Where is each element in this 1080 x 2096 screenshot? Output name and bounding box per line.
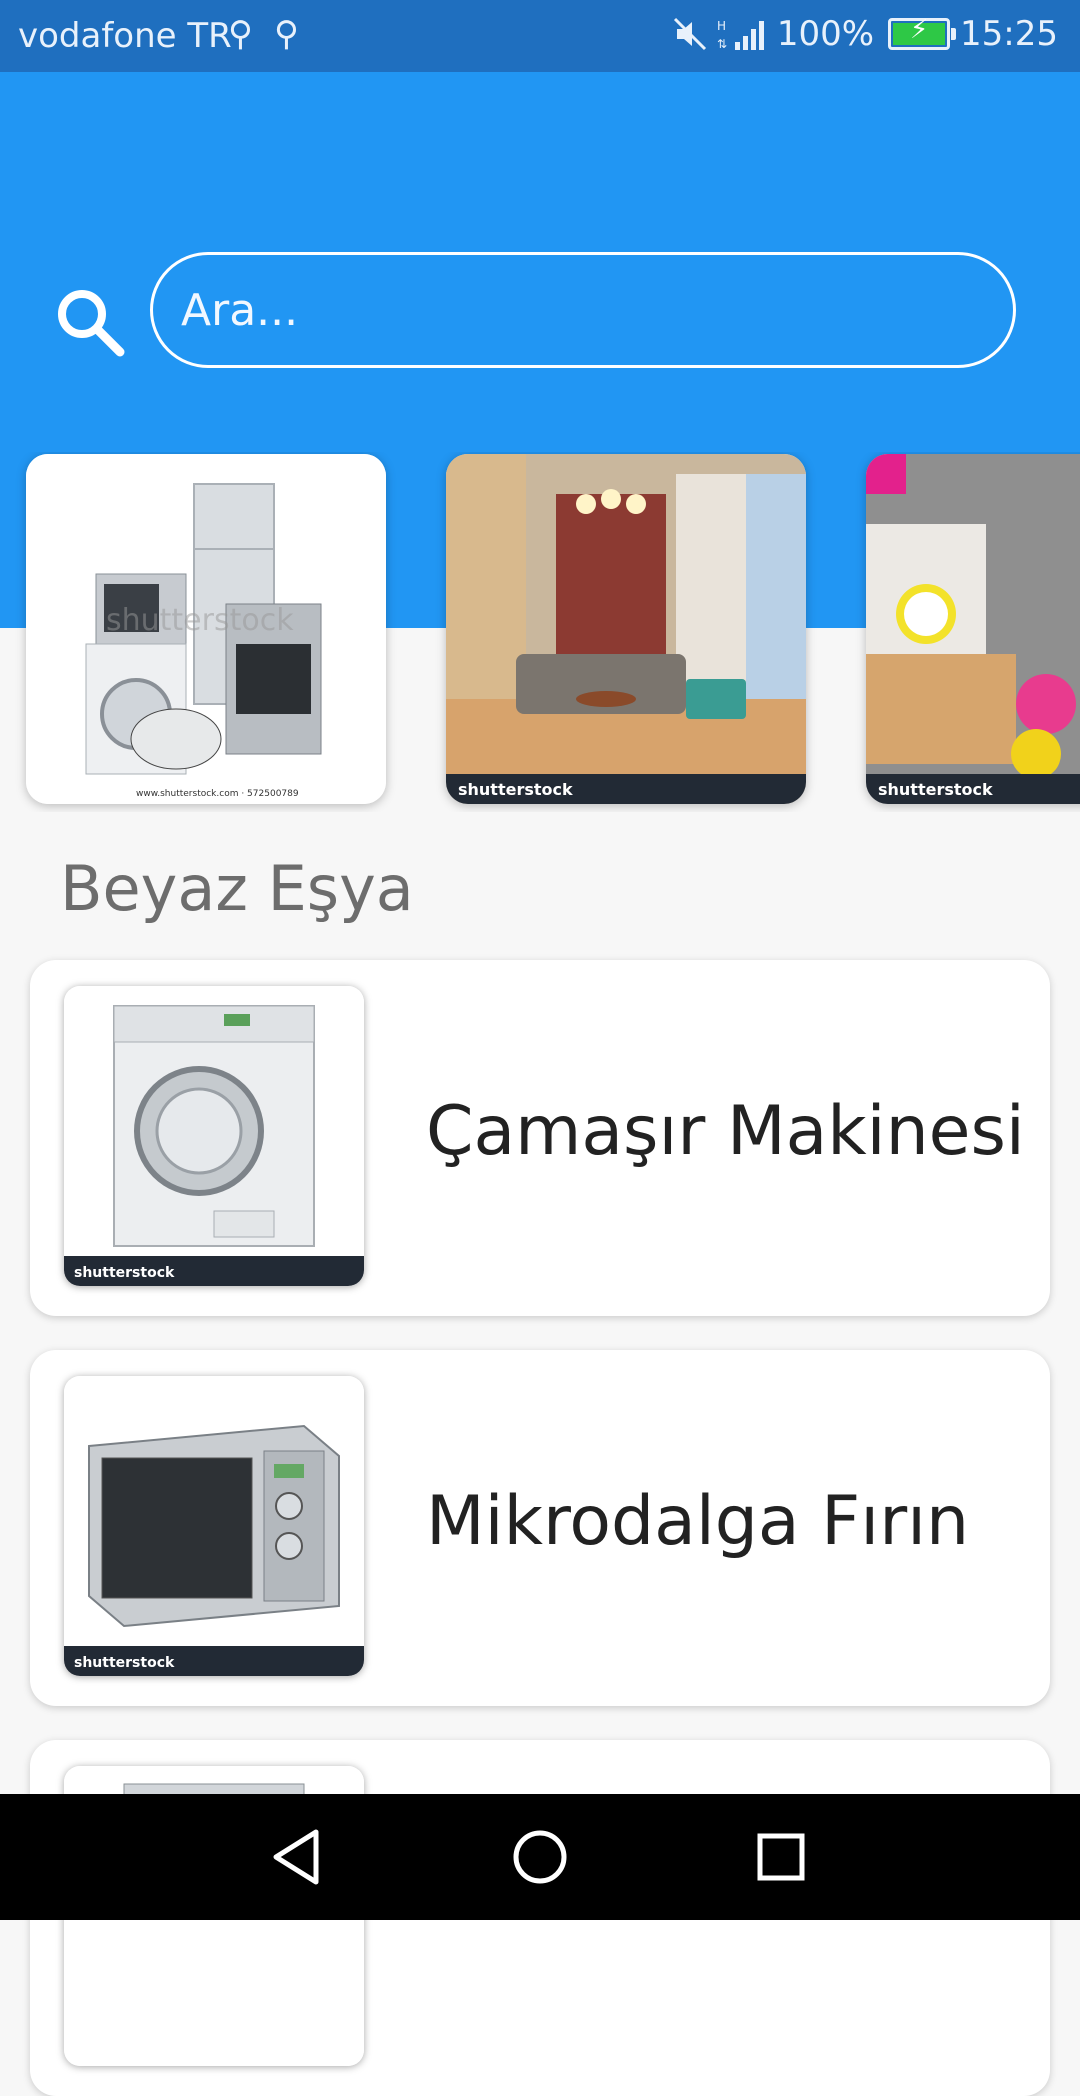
usb-icon: ⚲ bbox=[274, 14, 299, 54]
decor-image: shutterstock bbox=[866, 454, 1080, 804]
category-carousel[interactable]: shutterstock www.shutterstock.com · 5725… bbox=[0, 452, 1080, 812]
clock: 15:25 bbox=[960, 14, 1058, 54]
watermark: shutterstock bbox=[74, 1265, 175, 1281]
search-icon[interactable] bbox=[52, 284, 130, 362]
search-input[interactable] bbox=[150, 252, 1016, 368]
home-icon[interactable] bbox=[507, 1824, 573, 1890]
watermark: shutterstock bbox=[458, 780, 573, 799]
watermark: shutterstock bbox=[106, 603, 294, 638]
signal-icon: H ⇅ bbox=[717, 19, 764, 51]
status-right: H ⇅ 100% ⚡ 15:25 bbox=[673, 14, 1058, 54]
item-label: Çamaşır Makinesi bbox=[426, 1092, 1025, 1171]
watermark: shutterstock bbox=[878, 780, 993, 799]
image-caption: www.shutterstock.com · 572500789 bbox=[136, 789, 299, 799]
battery-percent: 100% bbox=[776, 14, 875, 54]
washing-machine-image: shutterstock bbox=[64, 986, 364, 1286]
list-item-washing-machine[interactable]: shutterstock Çamaşır Makinesi bbox=[30, 960, 1050, 1316]
mute-icon bbox=[673, 17, 706, 51]
back-icon[interactable] bbox=[266, 1824, 332, 1890]
list-item-microwave[interactable]: shutterstock Mikrodalga Fırın bbox=[30, 1350, 1050, 1706]
living-room-image: shutterstock bbox=[446, 454, 806, 804]
section-title: Beyaz Eşya bbox=[60, 852, 414, 925]
carousel-card-living-room[interactable]: shutterstock bbox=[446, 454, 806, 804]
thumbnail: shutterstock bbox=[64, 986, 364, 1286]
recents-icon[interactable] bbox=[748, 1824, 814, 1890]
battery-icon: ⚡ bbox=[888, 15, 957, 50]
carousel-card-appliances[interactable]: shutterstock www.shutterstock.com · 5725… bbox=[26, 454, 386, 804]
svg-text:⇅: ⇅ bbox=[717, 37, 727, 51]
usb-icon: ⚲ bbox=[228, 14, 253, 54]
appliances-image: shutterstock www.shutterstock.com · 5725… bbox=[26, 454, 386, 804]
thumbnail: shutterstock bbox=[64, 1376, 364, 1676]
carrier-label: vodafone TR bbox=[18, 16, 232, 56]
navigation-bar bbox=[0, 1794, 1080, 1920]
microwave-image: shutterstock bbox=[64, 1376, 364, 1676]
watermark: shutterstock bbox=[74, 1655, 175, 1671]
status-bar: vodafone TR ⚲ ⚲ H ⇅ 100% ⚡ 15:25 bbox=[0, 0, 1080, 72]
item-label: Mikrodalga Fırın bbox=[426, 1482, 970, 1561]
carousel-card-decor[interactable]: shutterstock bbox=[866, 454, 1080, 804]
svg-text:H: H bbox=[717, 19, 726, 33]
